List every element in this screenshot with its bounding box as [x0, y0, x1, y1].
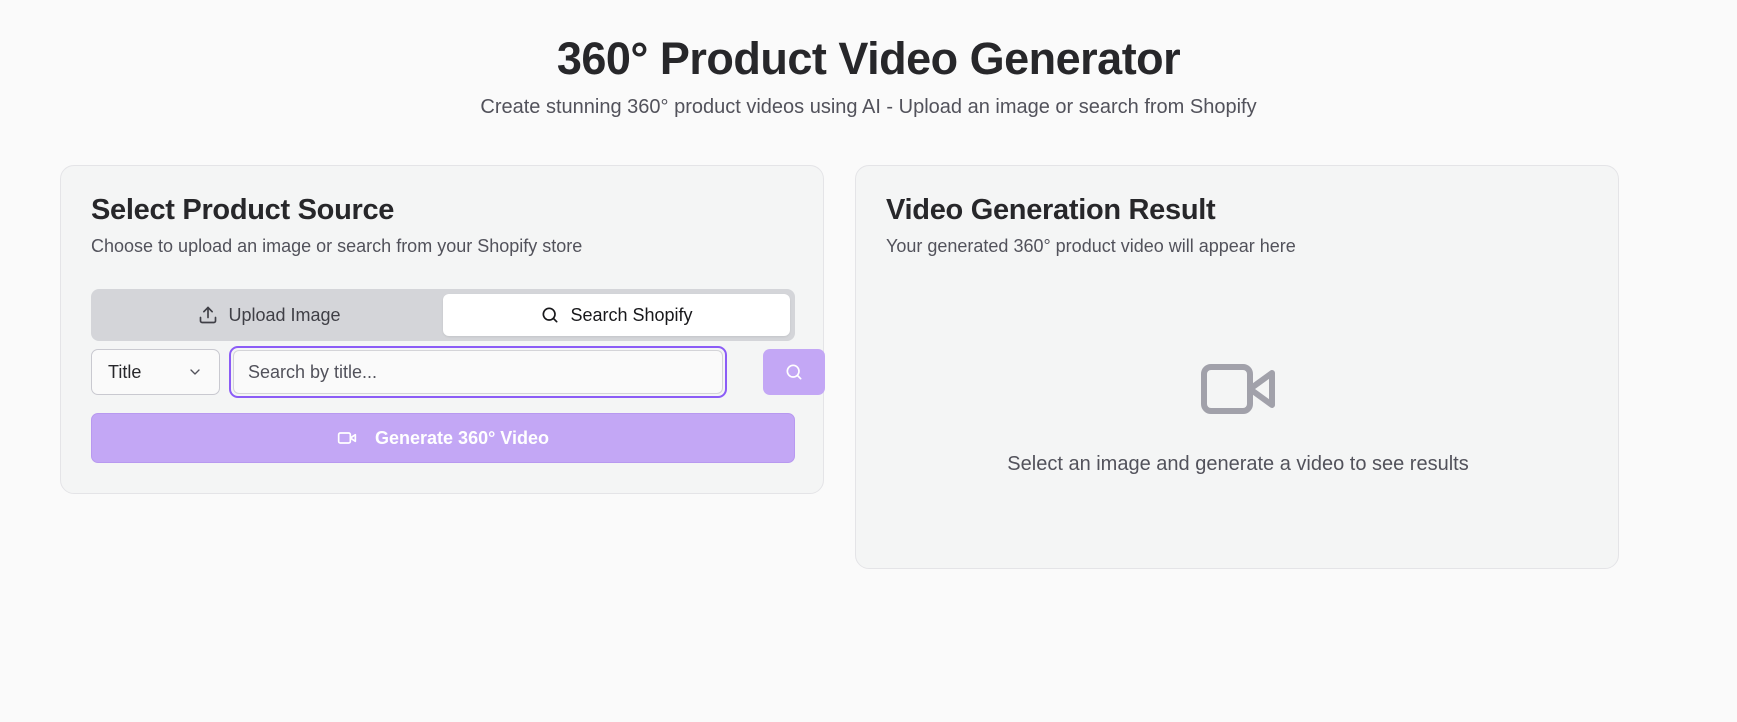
result-card-title: Video Generation Result	[886, 194, 1216, 226]
video-camera-icon	[1201, 364, 1275, 414]
source-card-description: Choose to upload an image or search from…	[91, 236, 583, 256]
search-row: Title	[91, 346, 825, 398]
chevron-down-icon	[190, 369, 200, 375]
search-button[interactable]	[763, 349, 825, 395]
tab-upload-image-label: Upload Image	[228, 304, 341, 325]
generate-video-button[interactable]: Generate 360° Video	[91, 413, 795, 463]
search-icon	[786, 364, 802, 380]
search-input[interactable]	[233, 350, 723, 394]
video-result-card: Video Generation Result Your generated 3…	[855, 165, 1619, 569]
source-card-title: Select Product Source	[91, 194, 395, 226]
search-input-focus-ring	[229, 346, 727, 398]
page-title: 360° Product Video Generator	[556, 33, 1181, 84]
result-empty-state: Select an image and generate a video to …	[856, 361, 1620, 476]
search-field-select-value: Title	[108, 361, 142, 382]
search-field-select[interactable]: Title	[91, 349, 220, 395]
page-subtitle: Create stunning 360° product videos usin…	[480, 96, 1257, 118]
tab-search-shopify-label: Search Shopify	[570, 304, 693, 325]
result-card-description: Your generated 360° product video will a…	[886, 236, 1296, 256]
search-icon	[542, 307, 558, 323]
tab-search-shopify[interactable]: Search Shopify	[443, 294, 790, 336]
product-source-card: Select Product Source Choose to upload a…	[60, 165, 825, 494]
tab-upload-image[interactable]: Upload Image	[96, 294, 443, 336]
page-header: 360° Product Video Generator Create stun…	[0, 30, 1737, 120]
generate-video-label: Generate 360° Video	[375, 427, 549, 448]
upload-icon	[200, 306, 217, 324]
result-empty-message: Select an image and generate a video to …	[1007, 453, 1469, 475]
video-camera-icon	[337, 432, 357, 444]
source-tabs: Upload Image Search Shopify	[91, 289, 795, 341]
page: 360° Product Video Generator Create stun…	[0, 0, 1737, 722]
